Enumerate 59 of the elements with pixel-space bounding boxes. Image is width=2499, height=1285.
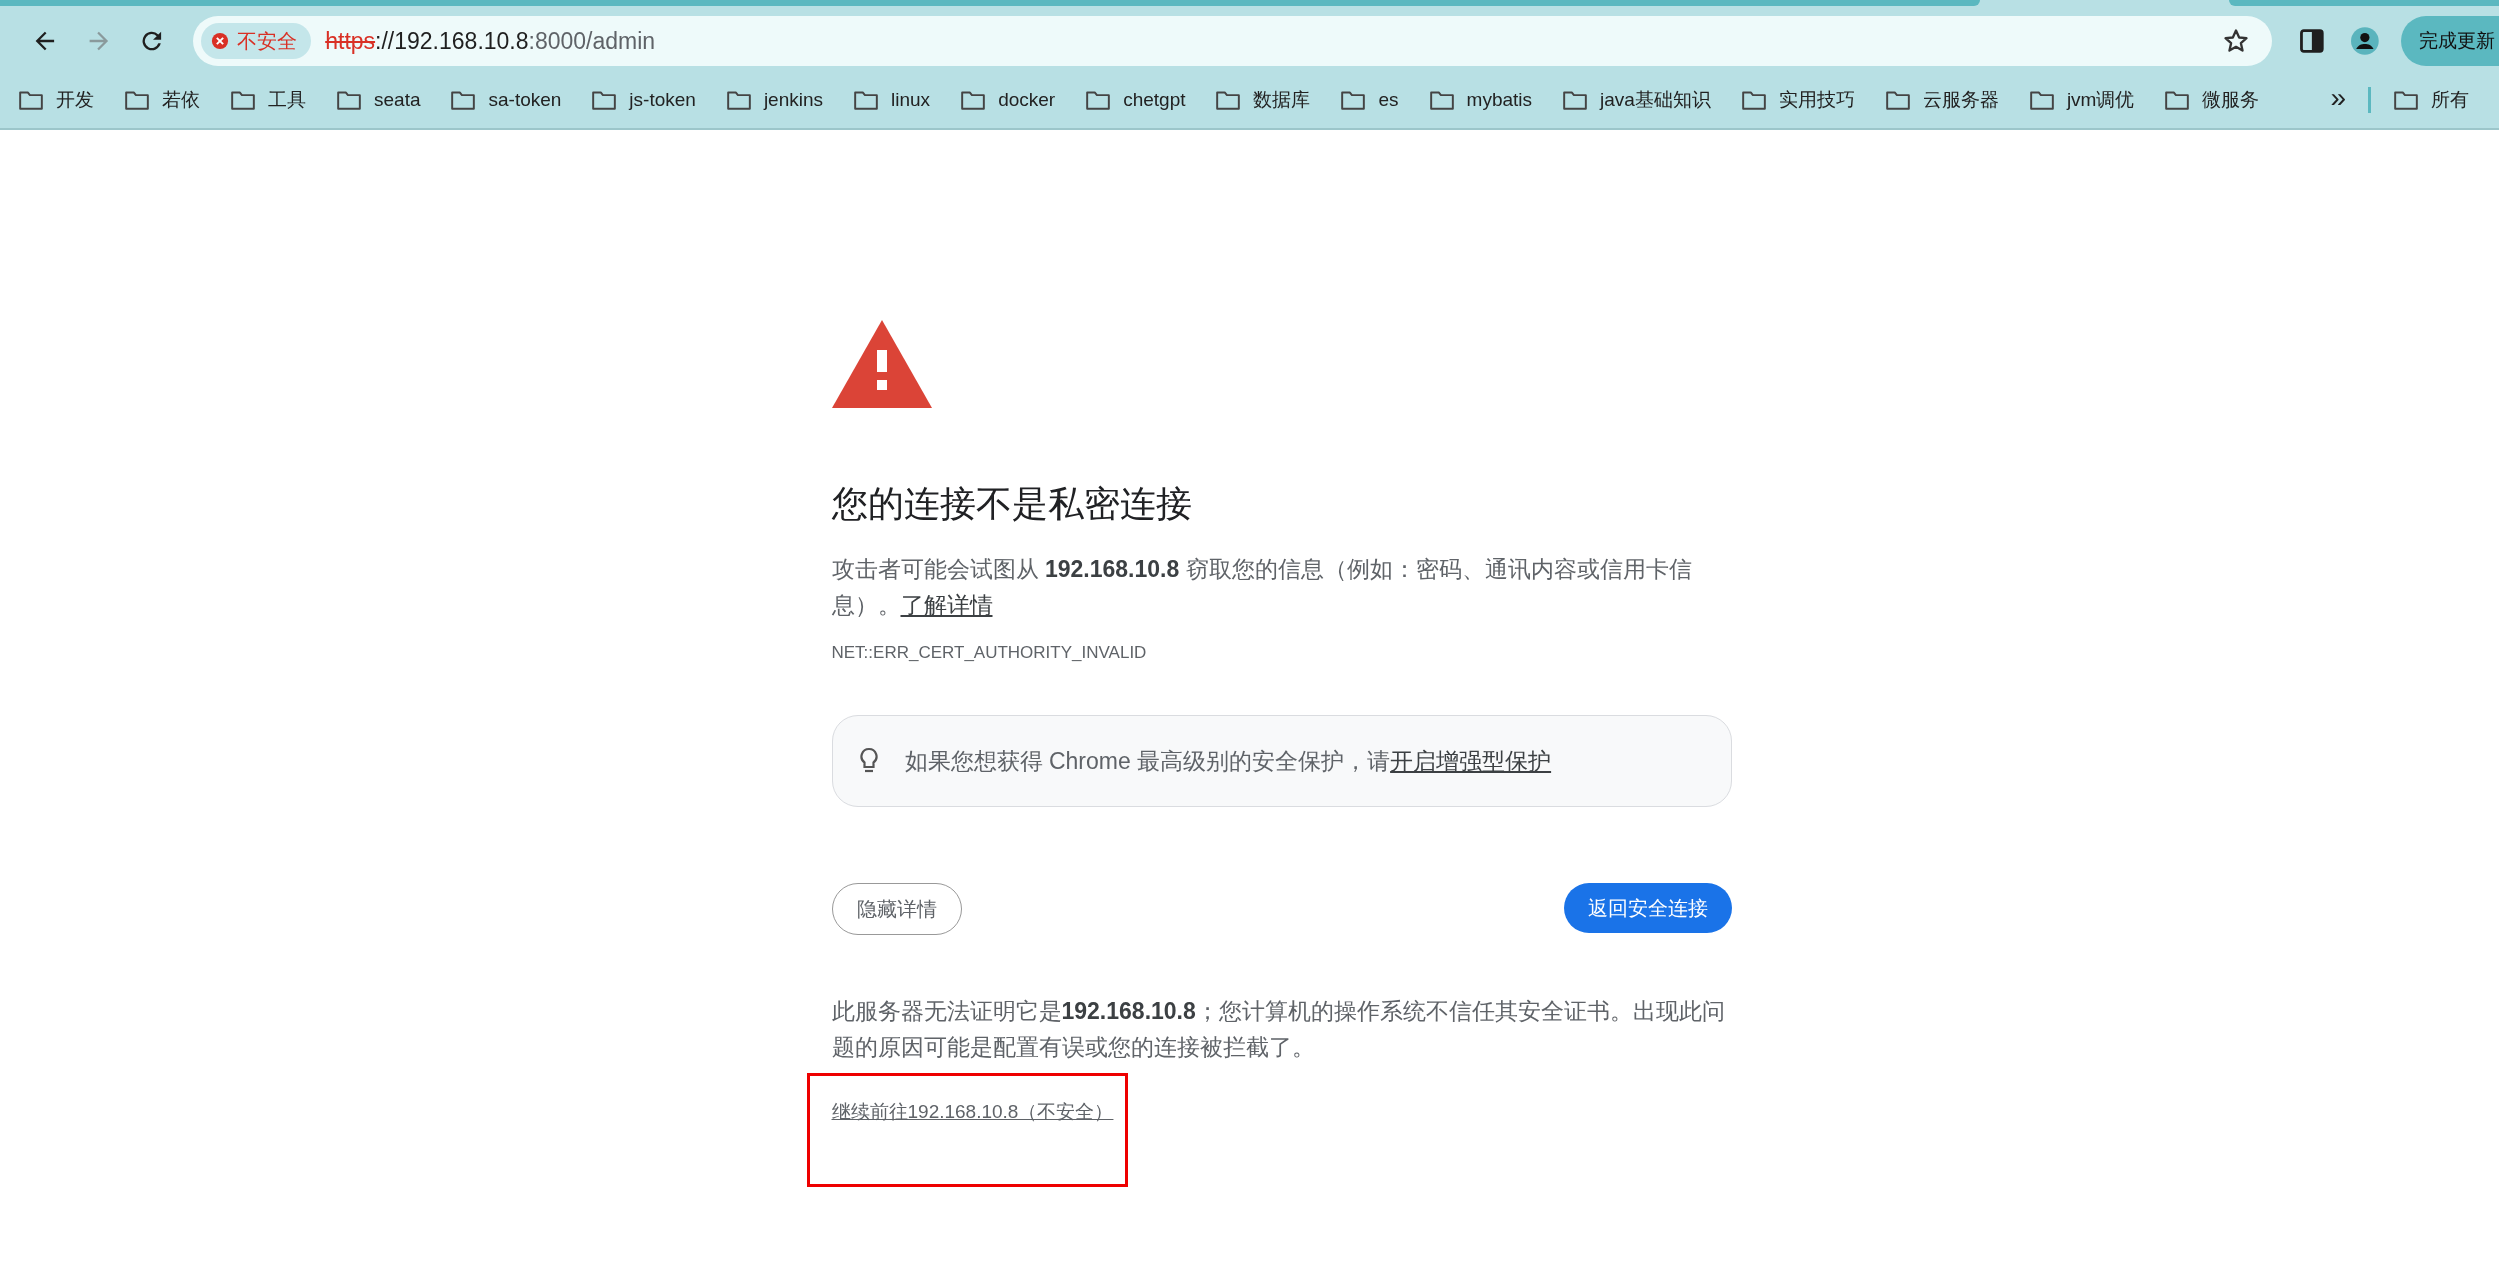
bookmark-folder[interactable]: 微服务 [2164, 87, 2260, 113]
folder-icon [853, 89, 880, 111]
bookmark-folder[interactable]: mybatis [1428, 87, 1533, 113]
folder-icon [2028, 89, 2055, 111]
page-heading: 您的连接不是私密连接 [831, 482, 1193, 526]
tip-text: 如果您想获得 Chrome 最高级别的安全保护，请开启增强型保护 [904, 746, 1552, 776]
error-code: NET::ERR_CERT_AUTHORITY_INVALID [831, 643, 1148, 663]
folder-icon [1740, 89, 1767, 111]
folder-icon [124, 89, 150, 111]
back-to-safety-button[interactable]: 返回安全连接 [1563, 883, 1732, 933]
bookmark-folder[interactable]: 所有 [2393, 87, 2469, 113]
folder-icon [1340, 89, 1367, 111]
warning-message: 攻击者可能会试图从 192.168.10.8 窃取您的信息（例如：密码、通讯内容或信用卡信息）。了解详情 [831, 555, 1693, 620]
bookmark-folder[interactable]: 若依 [124, 87, 200, 113]
warning-icon [831, 320, 932, 408]
details-text: 此服务器无法证明它是192.168.10.8；您计算机的操作系统不信任其安全证书。出现此问题的原因可能是配置有误或您的连接被拦截了。 [831, 997, 1726, 1062]
bookmark-folder[interactable]: seata [336, 87, 421, 113]
bookmark-folder[interactable]: 实用技巧 [1740, 87, 1855, 113]
bookmark-folder[interactable]: linux [853, 87, 931, 113]
hide-details-button[interactable]: 隐藏详情 [831, 883, 962, 935]
bookmark-folder[interactable]: 数据库 [1215, 87, 1311, 113]
more-bookmarks-button[interactable]: » [2330, 82, 2346, 114]
update-button[interactable]: 完成更新 [2401, 16, 2499, 66]
folder-icon [2164, 89, 2191, 111]
bookmark-folder[interactable]: 工具 [230, 87, 306, 113]
enhanced-protection-link[interactable]: 开启增强型保护 [1390, 747, 1552, 774]
error-icon [211, 32, 230, 50]
folder-icon [1085, 89, 1112, 111]
folder-icon [1215, 89, 1242, 111]
folder-icon [336, 89, 362, 111]
folder-icon [725, 89, 752, 111]
folder-icon [230, 89, 256, 111]
folder-icon [2393, 89, 2419, 111]
bookmark-folder[interactable]: js-token [591, 87, 696, 113]
folder-icon [1562, 89, 1589, 111]
bookmark-folder[interactable]: docker [960, 87, 1056, 113]
bookmark-folder[interactable]: chetgpt [1085, 87, 1186, 113]
address-bar[interactable]: 不安全 https://192.168.10.8:8000/admin [193, 16, 2272, 66]
folder-icon [450, 89, 477, 111]
bookmark-folder[interactable]: jenkins [725, 87, 824, 113]
bookmark-folder[interactable]: java基础知识 [1562, 87, 1711, 113]
folder-icon [591, 89, 618, 111]
bookmark-folder[interactable]: 云服务器 [1884, 87, 1999, 113]
bookmark-folder[interactable]: jvm调优 [2028, 87, 2135, 113]
folder-icon [1884, 89, 1911, 111]
learn-more-link[interactable]: 了解详情 [900, 592, 993, 618]
proceed-link[interactable]: 继续前往192.168.10.8（不安全） [831, 1101, 1114, 1122]
star-icon[interactable] [2221, 27, 2250, 55]
folder-icon [1428, 89, 1455, 111]
lightbulb-icon [858, 747, 879, 775]
folder-icon [18, 89, 44, 111]
url-text: https://192.168.10.8:8000/admin [325, 27, 657, 55]
security-chip[interactable]: 不安全 [201, 23, 312, 59]
bookmark-folder[interactable]: 开发 [18, 87, 94, 113]
side-panel-icon[interactable] [2297, 27, 2326, 55]
bookmark-folder[interactable]: es [1340, 87, 1399, 113]
bookmark-folder[interactable]: sa-token [450, 87, 562, 113]
folder-icon [960, 89, 987, 111]
profile-icon[interactable] [2351, 27, 2379, 55]
